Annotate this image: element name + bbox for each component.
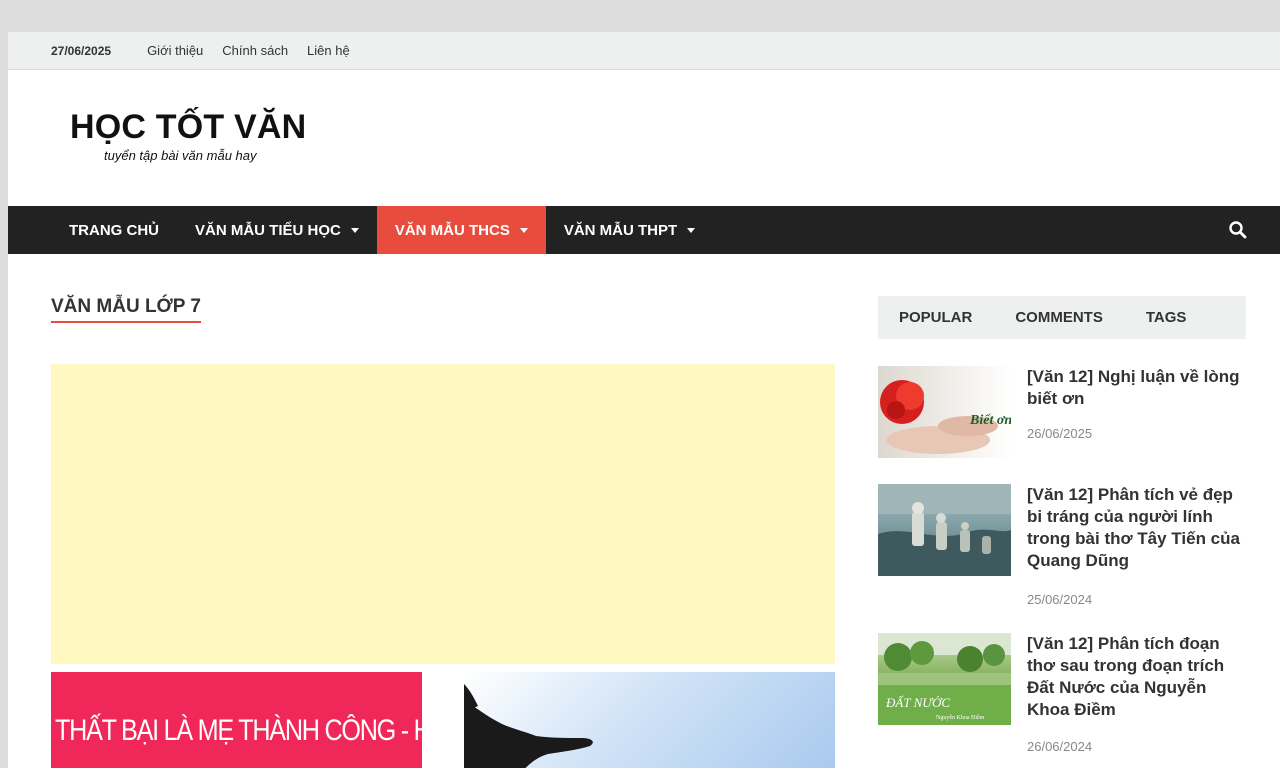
top-bar: 27/06/2025 Giới thiệu Chính sách Liên hệ [8,32,1280,70]
post-title[interactable]: [Văn 12] Phân tích vẻ đẹp bi tráng của n… [1027,484,1247,572]
search-button[interactable] [1228,220,1248,240]
nav-item-label: TRANG CHỦ [69,221,159,239]
post-image-caption: ĐẤT NƯỚC [885,695,950,710]
search-icon [1229,221,1247,239]
hand-silhouette-image [464,684,593,768]
post-date: 26/06/2025 [1027,426,1093,441]
tab-tags[interactable]: TAGS [1146,309,1187,326]
current-date: 27/06/2025 [51,43,112,58]
post-title[interactable]: [Văn 12] Phân tích đoạn thơ sau trong đo… [1027,633,1247,721]
rose-image: Biết ơn [880,380,1011,454]
section-title: VĂN MẪU LỚP 7 [51,296,201,323]
post-thumbnail[interactable]: ĐẤT NƯỚC Nguyễn Khoa Điềm [878,633,1011,725]
page: 27/06/2025 Giới thiệu Chính sách Liên hệ… [8,32,1280,768]
nav-item-elementary[interactable]: VĂN MẪU TIỂU HỌC [177,206,377,254]
site-tagline: tuyển tập bài văn mẫu hay [104,148,257,163]
site-logo[interactable]: HỌC TỐT VĂN [70,108,306,147]
site-header: HỌC TỐT VĂN tuyển tập bài văn mẫu hay [8,70,1280,206]
main-nav: TRANG CHỦ VĂN MẪU TIỂU HỌC VĂN MẪU THCS … [8,206,1280,254]
countryside-image: ĐẤT NƯỚC Nguyễn Khoa Điềm [878,633,1011,725]
top-link-about[interactable]: Giới thiệu [147,43,203,58]
nav-item-label: VĂN MẪU TIỂU HỌC [195,221,341,239]
post-date: 25/06/2024 [1027,592,1093,607]
sidebar-tabs: POPULAR COMMENTS TAGS [878,296,1246,339]
ad-banner[interactable] [51,364,835,664]
caret-down-icon [350,227,359,233]
top-link-policy[interactable]: Chính sách [222,43,288,58]
nav-item-home[interactable]: TRANG CHỦ [51,206,177,254]
post-title[interactable]: [Văn 12] Nghị luận về lòng biết ơn [1027,366,1247,410]
article-thumbnail-failure[interactable]: THẤT BẠI LÀ MẸ THÀNH CÔNG - HIỂU THẾ NÀO… [51,672,422,768]
post-image-caption: Biết ơn [969,413,1011,428]
post-image-subcaption: Nguyễn Khoa Điềm [936,714,985,721]
top-link-contact[interactable]: Liên hệ [307,43,350,58]
nav-item-middle-school[interactable]: VĂN MẪU THCS [376,206,546,254]
soldiers-painting-image [878,484,1011,576]
post-date: 26/06/2024 [1027,739,1093,754]
caret-down-icon [519,227,528,233]
nav-item-label: VĂN MẪU THCS [394,221,510,239]
thumbnail-caption: THẤT BẠI LÀ MẸ THÀNH CÔNG - HIỂU THẾ NÀO… [55,714,422,747]
article-thumbnail-hand[interactable] [464,672,835,768]
post-thumbnail[interactable] [878,484,1011,576]
caret-down-icon [687,227,696,233]
tab-comments[interactable]: COMMENTS [1015,309,1103,326]
tab-popular[interactable]: POPULAR [899,309,972,326]
nav-item-high-school[interactable]: VĂN MẪU THPT [546,206,713,254]
post-thumbnail[interactable]: Biết ơn [878,366,1011,458]
nav-item-label: VĂN MẪU THPT [563,221,678,239]
